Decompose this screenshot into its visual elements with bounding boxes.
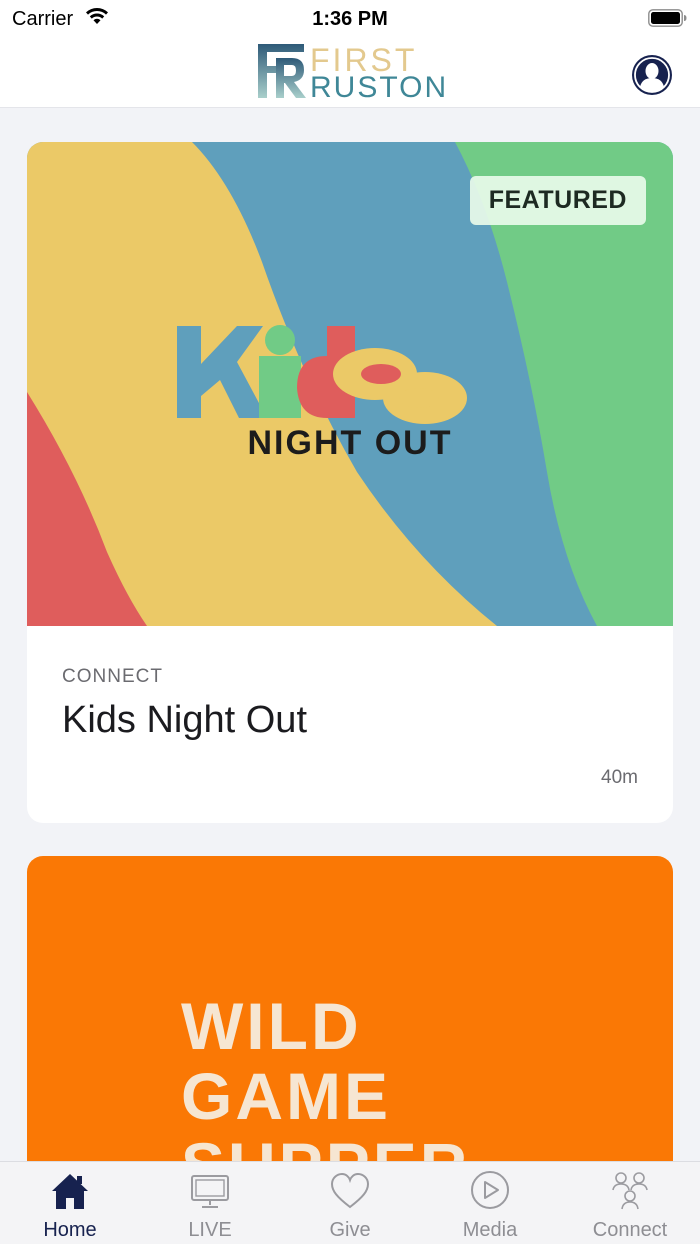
wild-game-supper-artwork: WILD GAME SUPPER: [27, 856, 673, 1161]
tab-label-connect: Connect: [592, 1219, 668, 1241]
kids-night-out-artwork: NIGHT OUT FEATURED: [27, 142, 673, 626]
artwork-line-2: GAME: [181, 1059, 391, 1133]
people-icon: [612, 1172, 648, 1210]
card-duration: 40m: [601, 767, 638, 788]
tab-label-home: Home: [43, 1219, 97, 1241]
app-screen: Carrier 1:36 PM FIRST RUSTON NIGHT OUT F…: [0, 0, 700, 1244]
profile-button[interactable]: [632, 55, 672, 95]
tab-live[interactable]: LIVE: [140, 1162, 280, 1244]
app-header: FIRST RUSTON: [0, 36, 700, 108]
logo-word-ruston: RUSTON: [310, 71, 449, 104]
heart-icon: [330, 1172, 370, 1209]
clock: 1:36 PM: [312, 8, 388, 30]
home-icon: [52, 1174, 88, 1209]
first-ruston-logo[interactable]: FIRST RUSTON: [256, 42, 446, 104]
user-icon: [634, 57, 670, 93]
tab-give[interactable]: Give: [280, 1162, 420, 1244]
artwork-line-1: WILD: [181, 989, 362, 1063]
content-feed[interactable]: NIGHT OUT FEATURED CONNECT Kids Night Ou…: [0, 109, 700, 1161]
tab-connect[interactable]: Connect: [560, 1162, 700, 1244]
artwork-line-3: SUPPER: [181, 1131, 470, 1161]
card-category: CONNECT: [62, 666, 163, 687]
tab-label-media: Media: [462, 1219, 518, 1241]
artwork-caption: NIGHT OUT: [247, 424, 453, 462]
card-title: Kids Night Out: [62, 699, 307, 741]
featured-badge: FEATURED: [469, 176, 646, 225]
featured-card[interactable]: NIGHT OUT FEATURED CONNECT Kids Night Ou…: [27, 142, 673, 823]
tab-label-live: LIVE: [188, 1219, 232, 1241]
wild-game-supper-card[interactable]: WILD GAME SUPPER: [27, 856, 673, 1161]
tab-home[interactable]: Home: [0, 1162, 140, 1244]
tv-icon: [191, 1175, 229, 1208]
logo-monogram-icon: [258, 44, 306, 98]
battery-icon: [648, 9, 688, 32]
status-bar: Carrier 1:36 PM: [0, 0, 700, 36]
play-circle-icon: [471, 1171, 509, 1209]
tab-media[interactable]: Media: [420, 1162, 560, 1244]
tab-bar: Home LIVE Give Media Connect: [0, 1161, 700, 1244]
tab-label-give: Give: [329, 1219, 371, 1241]
